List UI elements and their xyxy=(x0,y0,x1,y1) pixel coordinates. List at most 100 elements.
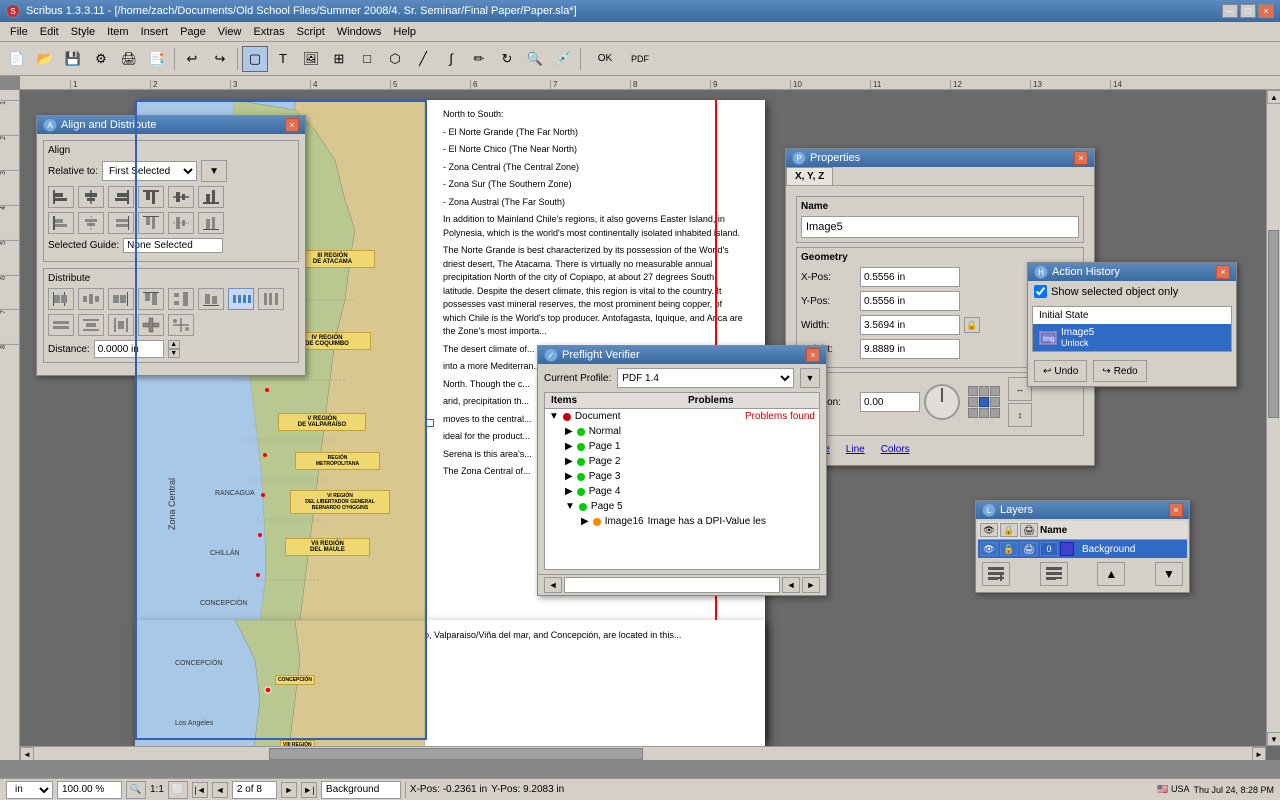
align-top-margins-btn[interactable] xyxy=(138,212,164,234)
scroll-down-btn[interactable]: ▼ xyxy=(1267,732,1280,746)
preflight-page1[interactable]: ▶ Page 1 xyxy=(561,439,819,454)
vertical-scrollbar[interactable]: ▲ ▼ xyxy=(1266,90,1280,746)
preflight-normal[interactable]: ▶ Normal xyxy=(561,424,819,439)
align-right-edges-btn[interactable] xyxy=(108,186,134,208)
history-panel-title[interactable]: H Action History × xyxy=(1028,263,1236,281)
line-link[interactable]: Line xyxy=(840,442,871,457)
new-btn[interactable]: 📄 xyxy=(4,46,30,72)
scroll-up-btn[interactable]: ▲ xyxy=(1267,90,1280,104)
anchor-mr[interactable] xyxy=(990,397,1000,407)
dist-middle-btn[interactable] xyxy=(168,288,194,310)
width-input[interactable] xyxy=(860,315,960,335)
dist-page2-btn[interactable] xyxy=(78,314,104,336)
shape-btn[interactable]: □ xyxy=(354,46,380,72)
image-btn[interactable]: 🖼 xyxy=(298,46,324,72)
align-close-btn[interactable]: × xyxy=(285,118,299,132)
line-btn[interactable]: ╱ xyxy=(410,46,436,72)
preflight-page5[interactable]: ▼ Page 5 xyxy=(561,499,819,514)
distance-up-btn[interactable]: ▲ xyxy=(168,340,180,349)
preflight-page2[interactable]: ▶ Page 2 xyxy=(561,454,819,469)
anchor-br[interactable] xyxy=(990,408,1000,418)
select-btn[interactable]: ▢ xyxy=(242,46,268,72)
align-left-edges-btn[interactable] xyxy=(48,186,74,208)
dist-vert-btn[interactable] xyxy=(138,314,164,336)
delete-layer-btn[interactable] xyxy=(1040,562,1068,586)
undo-toolbar-btn[interactable]: ↩ xyxy=(179,46,205,72)
bezier-btn[interactable]: ∫ xyxy=(438,46,464,72)
layers-panel-title[interactable]: L Layers × xyxy=(976,501,1189,519)
ok-btn[interactable]: OK xyxy=(585,46,625,72)
menu-style[interactable]: Style xyxy=(65,24,101,40)
zoom-btn[interactable]: 🔍 xyxy=(522,46,548,72)
save-btn[interactable]: 💾 xyxy=(60,46,86,72)
align-centers-v-btn[interactable] xyxy=(168,186,194,208)
freehand-btn[interactable]: ✏ xyxy=(466,46,492,72)
xpos-input[interactable] xyxy=(860,267,960,287)
layer-eye-icon[interactable]: 👁 xyxy=(980,542,998,556)
zoom-input[interactable] xyxy=(57,781,122,799)
dist-page3-btn[interactable] xyxy=(108,314,134,336)
first-page-btn[interactable]: |◄ xyxy=(192,782,208,798)
pdf-btn[interactable]: 📑 xyxy=(144,46,170,72)
zoom-out-btn[interactable]: 🔍 xyxy=(126,781,146,799)
relative-to-select[interactable]: First Selected Last Selected Page Margin… xyxy=(102,161,197,181)
align-left-margins-btn[interactable] xyxy=(48,212,74,234)
redo-btn[interactable]: ↪ Redo xyxy=(1093,360,1146,382)
preflight-close-btn[interactable]: × xyxy=(806,348,820,362)
text-btn[interactable]: T xyxy=(270,46,296,72)
minimize-btn[interactable]: ─ xyxy=(1222,4,1238,18)
dist-horiz-btn[interactable] xyxy=(168,314,194,336)
page-input[interactable] xyxy=(232,781,277,799)
preflight-document[interactable]: ▼ Document Problems found xyxy=(545,409,819,424)
anchor-tr[interactable] xyxy=(990,386,1000,396)
anchor-tl[interactable] xyxy=(968,386,978,396)
profile-select[interactable]: PDF 1.4 xyxy=(617,368,794,388)
preflight-image16[interactable]: ▶ Image16 Image has a DPI-Value les xyxy=(577,514,819,529)
menu-item[interactable]: Item xyxy=(101,24,134,40)
relative-dropdown-btn[interactable]: ▼ xyxy=(201,160,227,182)
preflight-panel-title[interactable]: ✓ Preflight Verifier × xyxy=(538,346,826,364)
nav-input[interactable] xyxy=(564,577,780,593)
height-input[interactable] xyxy=(860,339,960,359)
layers-close-btn[interactable]: × xyxy=(1169,503,1183,517)
layer-lock-icon[interactable]: 🔓 xyxy=(1000,542,1018,556)
dist-equal-btn[interactable] xyxy=(228,288,254,310)
preflight-page3[interactable]: ▶ Page 3 xyxy=(561,469,819,484)
nav-back-btn[interactable]: ◄ xyxy=(782,577,800,593)
anchor-tc[interactable] xyxy=(979,386,989,396)
menu-insert[interactable]: Insert xyxy=(135,24,175,40)
menu-file[interactable]: File xyxy=(4,24,34,40)
open-btn[interactable]: 📂 xyxy=(32,46,58,72)
anchor-bc[interactable] xyxy=(979,408,989,418)
tab-xyz[interactable]: X, Y, Z xyxy=(786,167,833,185)
show-selected-checkbox[interactable] xyxy=(1034,285,1047,298)
scroll-thumb-v[interactable] xyxy=(1268,230,1279,418)
prev-page-btn[interactable]: ◄ xyxy=(212,782,228,798)
align-center-margins-btn[interactable] xyxy=(78,212,104,234)
dist-center-btn[interactable] xyxy=(78,288,104,310)
ypos-input[interactable] xyxy=(860,291,960,311)
selection-handle[interactable] xyxy=(426,419,434,427)
history-close-btn[interactable]: × xyxy=(1216,265,1230,279)
undo-btn[interactable]: ↩ Undo xyxy=(1034,360,1087,382)
anchor-bl[interactable] xyxy=(968,408,978,418)
align-bottom-btn[interactable] xyxy=(198,186,224,208)
preflight-btn[interactable]: ⚙ xyxy=(88,46,114,72)
align-bottom-margins-btn[interactable] xyxy=(198,212,224,234)
scroll-left-btn[interactable]: ◄ xyxy=(20,747,34,760)
preflight-page4[interactable]: ▶ Page 4 xyxy=(561,484,819,499)
flip-v-btn[interactable]: ↕ xyxy=(1008,403,1032,427)
layer-color-swatch[interactable] xyxy=(1060,542,1074,556)
menu-edit[interactable]: Edit xyxy=(34,24,65,40)
scroll-right-btn[interactable]: ► xyxy=(1252,747,1266,760)
dist-eq2-btn[interactable] xyxy=(48,314,74,336)
anchor-mc[interactable] xyxy=(979,397,989,407)
menu-page[interactable]: Page xyxy=(174,24,212,40)
dist-bottom-btn[interactable] xyxy=(198,288,224,310)
zoom-fit-btn[interactable]: ⬜ xyxy=(168,781,188,799)
last-page-btn[interactable]: ►| xyxy=(301,782,317,798)
scroll-thumb-h[interactable] xyxy=(269,748,643,760)
colors-link[interactable]: Colors xyxy=(875,442,916,457)
properties-panel-title[interactable]: P Properties × xyxy=(786,149,1094,167)
align-right-margins-btn[interactable] xyxy=(108,212,134,234)
